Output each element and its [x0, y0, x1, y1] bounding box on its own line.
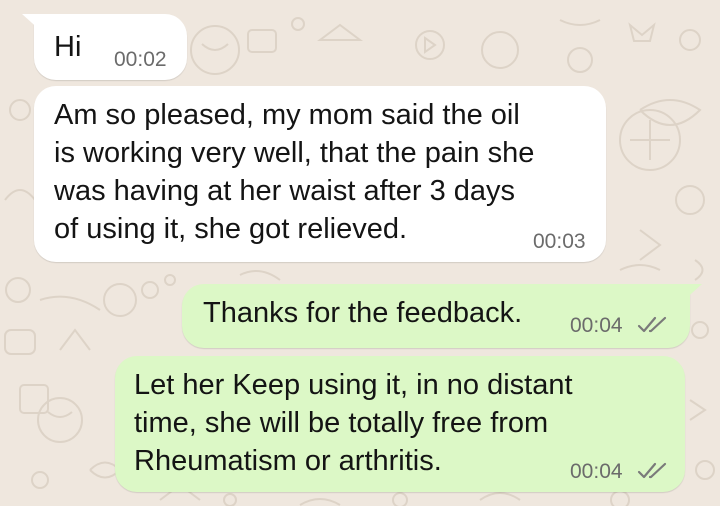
outgoing-message-bubble[interactable]: Let her Keep using it, in no distant tim… [115, 356, 685, 492]
message-text: Thanks for the feedback. [203, 297, 523, 329]
incoming-bubble-tail [22, 14, 42, 32]
message-timestamp: 00:04 [570, 314, 623, 337]
outgoing-bubble-tail [682, 284, 702, 302]
message-timestamp: 00:04 [570, 460, 623, 483]
message-text: Hi [54, 31, 82, 63]
message-timestamp: 00:03 [533, 230, 586, 253]
incoming-message-bubble[interactable]: Am so pleased, my mom said the oil is wo… [34, 86, 606, 262]
message-text: Am so pleased, my mom said the oil is wo… [54, 99, 535, 245]
outgoing-message-bubble[interactable]: Thanks for the feedback. 00:04 [182, 284, 690, 348]
double-check-icon [637, 462, 667, 479]
message-timestamp: 00:02 [114, 48, 167, 71]
double-check-icon [637, 316, 667, 333]
incoming-message-bubble[interactable]: Hi 00:02 [34, 14, 187, 80]
